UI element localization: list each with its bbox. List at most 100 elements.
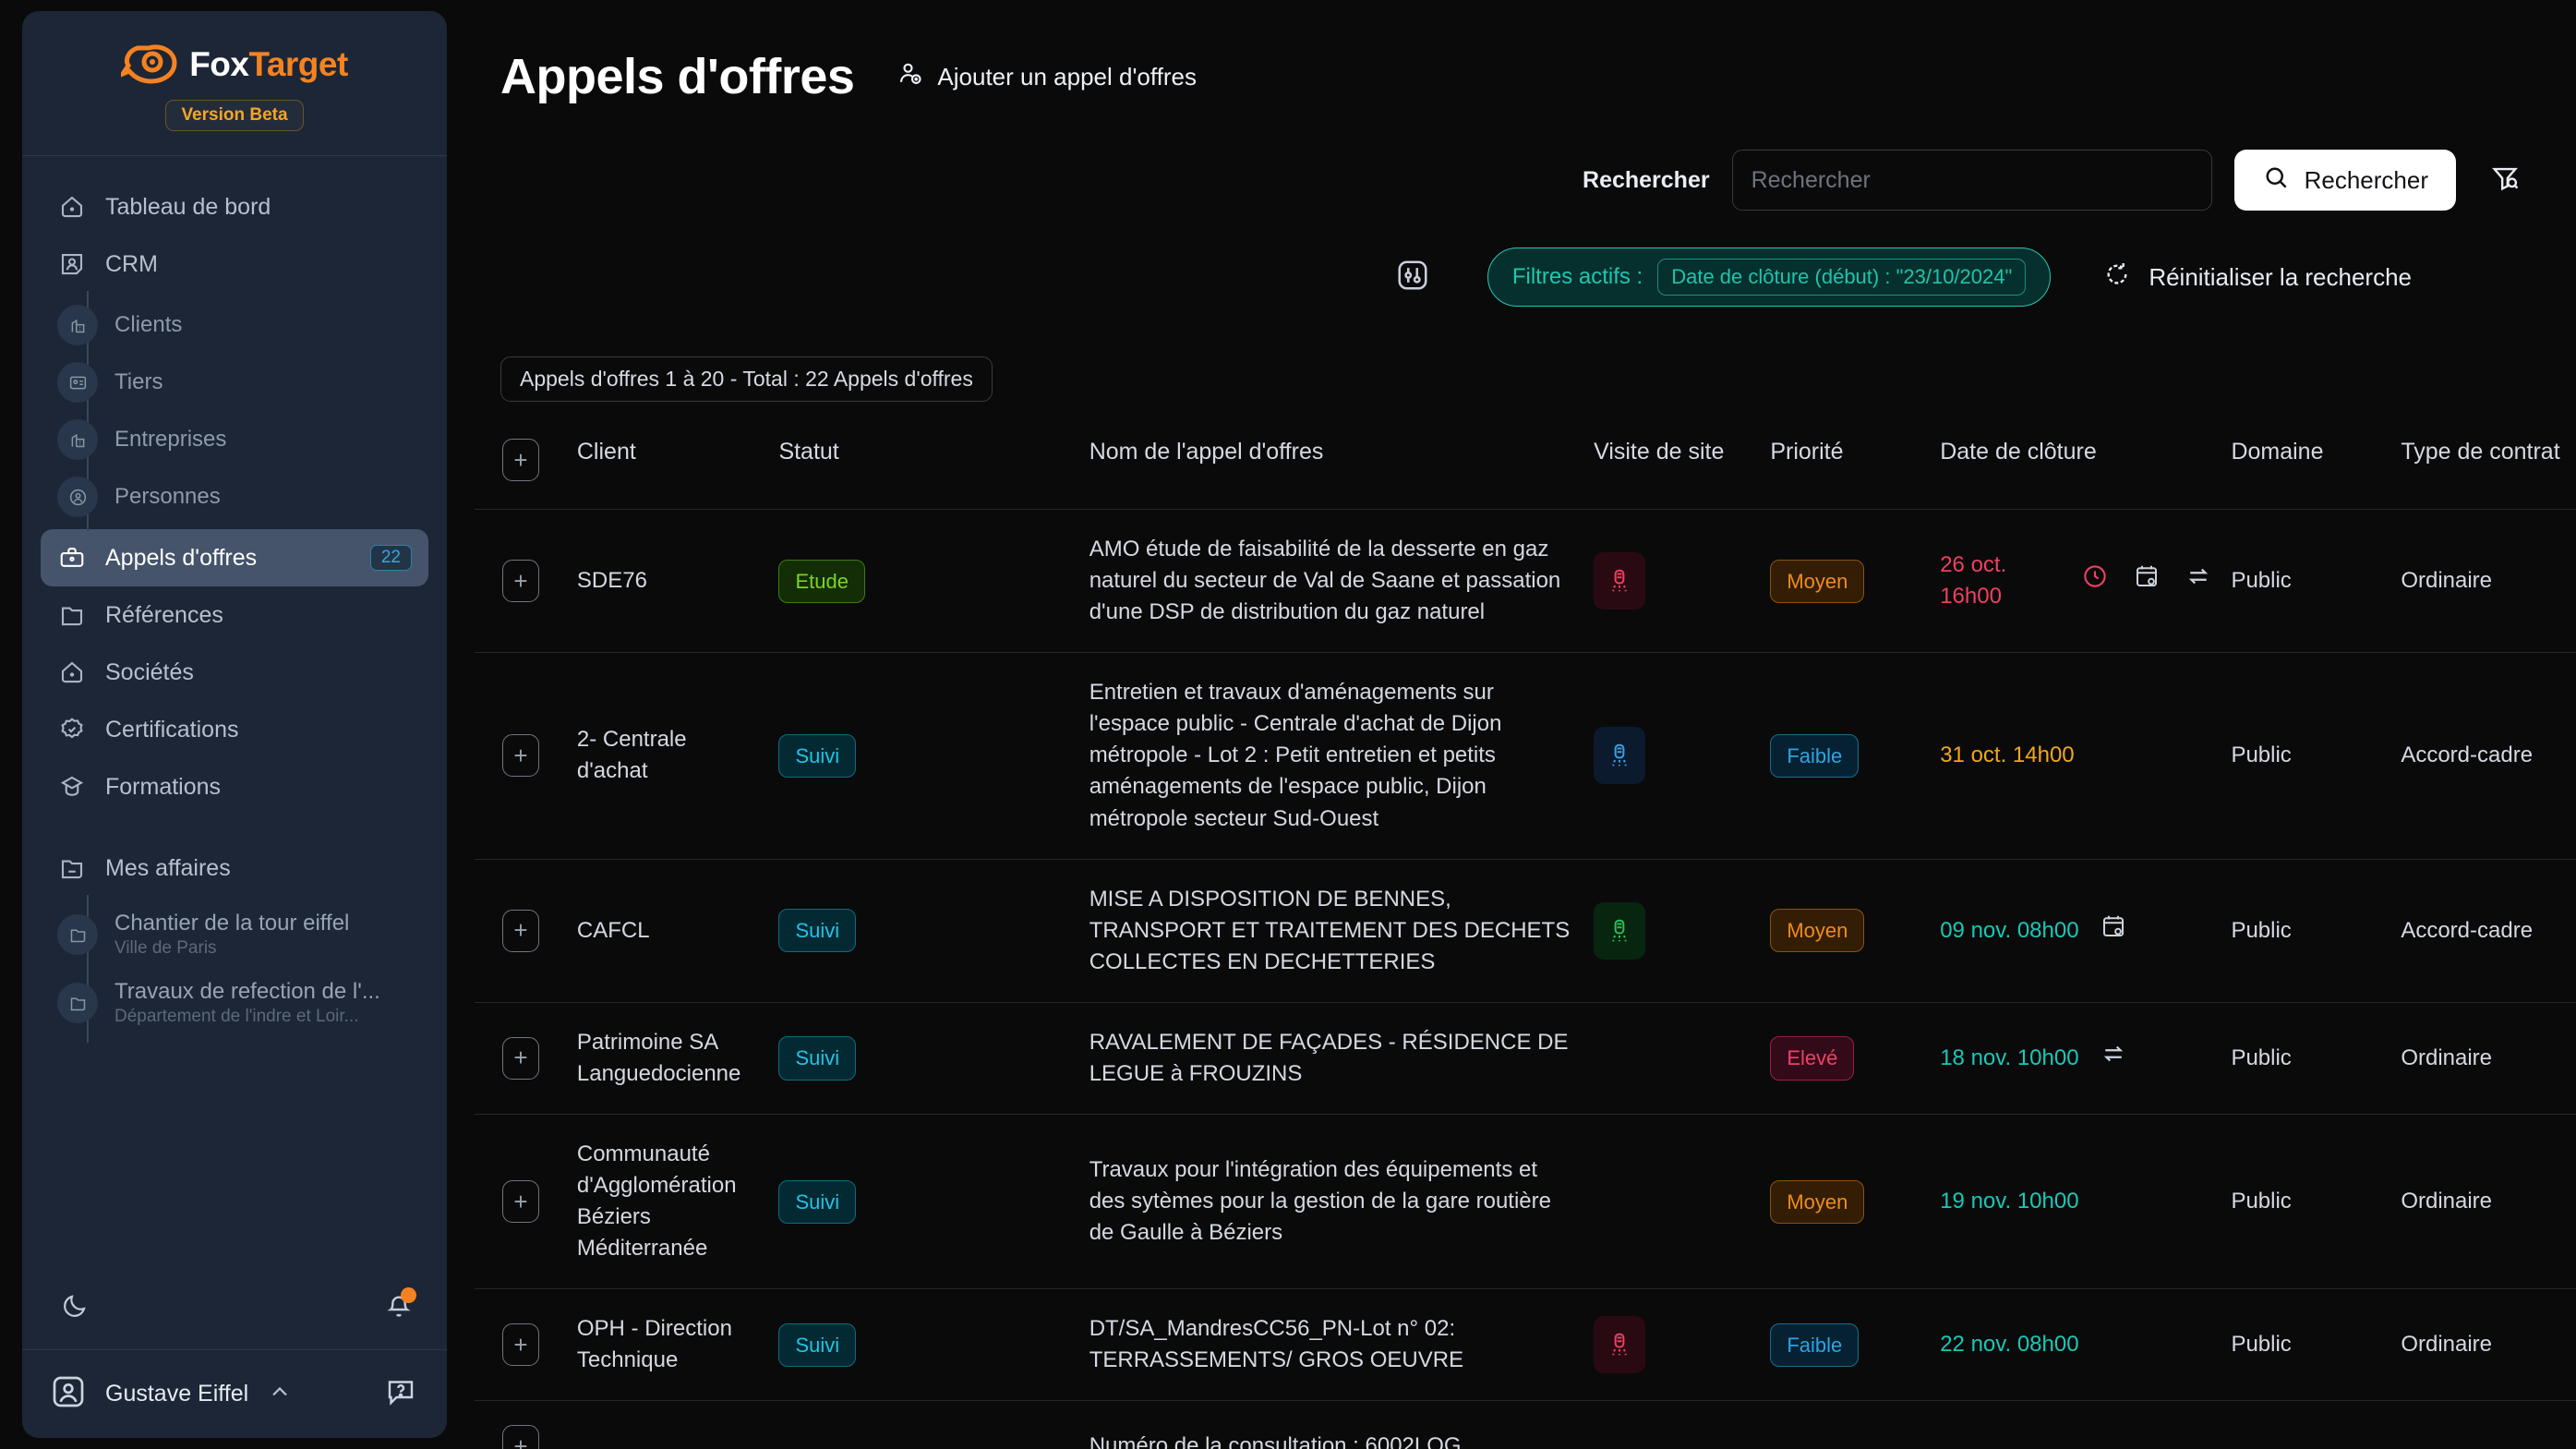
brand-target: Target: [248, 45, 348, 83]
folder-icon: [57, 983, 98, 1023]
help-icon[interactable]: [384, 1375, 417, 1413]
cell-priorite: Moyen: [1761, 859, 1931, 1002]
sidebar-item-mes-affaires[interactable]: Mes affaires: [41, 839, 428, 897]
brand-block: FoxTarget Version Beta: [22, 11, 447, 156]
sidebar-item-references[interactable]: Références: [41, 586, 428, 644]
filter-chip[interactable]: Date de clôture (début) : "23/10/2024": [1657, 259, 2027, 296]
cell-nom: RAVALEMENT DE FAÇADES - RÉSIDENCE DE LEG…: [1089, 1029, 1569, 1086]
moon-icon[interactable]: [61, 1292, 89, 1324]
sidebar-item-crm[interactable]: CRM: [41, 235, 428, 293]
column-header-date[interactable]: Date de clôture: [1931, 426, 2221, 510]
add-appel-offres-button[interactable]: Ajouter un appel d'offres: [897, 60, 1197, 94]
priority-badge: Moyen: [1770, 559, 1865, 603]
cell-type-contrat: Ordinaire: [2401, 1189, 2493, 1214]
sidebar-item-label: Appels d'offres: [105, 544, 258, 571]
row-status-icons: [2100, 1040, 2127, 1077]
cell-nom: AMO étude de faisabilité de la desserte …: [1089, 537, 1561, 625]
id-card-icon: [57, 362, 98, 403]
filter-search-icon[interactable]: [2489, 163, 2521, 199]
sliders-icon[interactable]: [1395, 258, 1430, 297]
sidebar-item-appels-doffres[interactable]: Appels d'offres 22: [41, 529, 428, 586]
table-row[interactable]: + Patrimoine SA Languedocienne Suivi RAVALE…: [475, 1002, 2576, 1114]
table-row[interactable]: + OPH - Direction Technique Suivi DT/SA_Man…: [475, 1288, 2576, 1401]
expand-row-icon[interactable]: +: [502, 1180, 539, 1224]
version-badge: Version Beta: [165, 100, 304, 131]
expand-row-icon[interactable]: +: [502, 1036, 539, 1080]
user-name: Gustave Eiffel: [105, 1381, 249, 1407]
column-header-domaine[interactable]: Domaine: [2221, 426, 2391, 510]
column-header-priorite[interactable]: Priorité: [1761, 426, 1931, 510]
clock-icon[interactable]: [2081, 562, 2109, 599]
brand-title: FoxTarget: [189, 45, 348, 84]
cell-nom: Numéro de la consultation : 6002LOG: [1089, 1433, 1462, 1449]
priority-badge: Faible: [1770, 733, 1860, 779]
priority-badge: Faible: [1770, 1322, 1860, 1368]
sidebar-affaire-item[interactable]: Travaux de refection de l'... Départemen…: [41, 969, 428, 1037]
calendar-icon[interactable]: [2133, 562, 2161, 599]
status-badge: Suivi: [778, 733, 857, 779]
search-icon: [2262, 163, 2290, 198]
badge-check-icon: [57, 715, 87, 744]
affaires-subnav: Chantier de la tour eiffel Ville de Pari…: [41, 895, 428, 1043]
row-expand-cell: +: [475, 1289, 568, 1401]
chevron-up-icon[interactable]: [267, 1379, 293, 1409]
cell-domaine: Public: [2231, 1044, 2292, 1070]
row-expand-cell: +: [475, 1115, 568, 1289]
cell-priorite: Elevé: [1761, 1002, 1931, 1114]
cell-date-cloture: 19 nov. 10h00: [1931, 1115, 2221, 1289]
building-icon: [57, 419, 98, 460]
table-row[interactable]: + Numéro de la consultation : 6002LOG: [475, 1400, 2576, 1449]
status-badge: Etude: [778, 559, 865, 603]
expand-row-icon[interactable]: +: [502, 1425, 539, 1449]
cell-visite-site: [1584, 1002, 1761, 1114]
cell-date-cloture: 18 nov. 10h00: [1931, 1002, 2221, 1114]
column-header-nom[interactable]: Nom de l'appel d'offres: [1080, 426, 1584, 510]
closing-date: 22 nov. 08h00: [1940, 1332, 2079, 1358]
search-button[interactable]: Rechercher: [2233, 150, 2456, 211]
search-row: Rechercher Rechercher: [475, 150, 2521, 211]
column-header-client[interactable]: Client: [568, 426, 770, 510]
row-expand-cell: +: [475, 510, 568, 653]
table-row[interactable]: +2- Centrale d'achat Suivi Entretien et tr…: [475, 652, 2576, 859]
sidebar-item-label: Certifications: [105, 716, 239, 743]
column-header-statut[interactable]: Statut: [769, 426, 1079, 510]
building-icon: [57, 305, 98, 345]
page-header: Appels d'offres Ajouter un appel d'offre…: [475, 0, 2576, 105]
expand-row-icon[interactable]: +: [502, 560, 539, 603]
sidebar-item-clients[interactable]: Clients: [41, 296, 428, 354]
user-bar[interactable]: Gustave Eiffel: [22, 1349, 447, 1438]
expand-row-icon[interactable]: +: [502, 1323, 539, 1367]
table-row[interactable]: + CAFCL Suivi MISE A DISPOSITION DE BENNES,…: [475, 859, 2576, 1002]
sidebar-item-entreprises[interactable]: Entreprises: [41, 411, 428, 468]
search-input[interactable]: [1731, 150, 2212, 211]
sidebar-item-label: Références: [105, 601, 223, 628]
sidebar-item-societes[interactable]: Sociétés: [41, 644, 428, 701]
sidebar-item-formations[interactable]: Formations: [41, 758, 428, 815]
bell-icon[interactable]: [384, 1286, 416, 1325]
sidebar: FoxTarget Version Beta Tableau de bord C…: [22, 11, 447, 1438]
swap-icon[interactable]: [2185, 562, 2212, 599]
calendar-icon[interactable]: [2100, 912, 2127, 949]
sidebar-item-tiers[interactable]: Tiers: [41, 354, 428, 411]
column-header-type[interactable]: Type de contrat: [2391, 426, 2576, 510]
table-row[interactable]: + Communauté d'Agglomération Béziers Médi…: [475, 1114, 2576, 1289]
cell-date-cloture: [1931, 1401, 2221, 1449]
sidebar-item-tableau-de-bord[interactable]: Tableau de bord: [41, 178, 428, 235]
column-header-visite[interactable]: Visite de site: [1584, 426, 1761, 510]
reset-search-button[interactable]: Réinitialiser la recherche: [2102, 260, 2412, 296]
fox-logo-icon: [116, 42, 178, 87]
expand-row-icon[interactable]: +: [502, 734, 539, 778]
sidebar-affaire-item[interactable]: Chantier de la tour eiffel Ville de Pari…: [41, 900, 428, 969]
swap-icon[interactable]: [2100, 1040, 2127, 1077]
cell-statut: Suivi: [769, 859, 1079, 1002]
cell-statut: Suivi: [769, 1289, 1079, 1401]
expand-row-icon[interactable]: +: [502, 909, 539, 952]
home-icon: [57, 192, 87, 222]
expand-all-icon[interactable]: +: [502, 439, 539, 481]
row-expand-cell: +: [475, 653, 568, 859]
search-zone: Rechercher Rechercher Rechercher Filtres…: [475, 150, 2576, 307]
sidebar-item-certifications[interactable]: Certifications: [41, 701, 428, 758]
cell-statut: Suivi: [769, 653, 1079, 859]
sidebar-item-personnes[interactable]: Personnes: [41, 468, 428, 525]
table-row[interactable]: + SDE76 Etude AMO étude de faisabilité de l…: [475, 509, 2576, 653]
